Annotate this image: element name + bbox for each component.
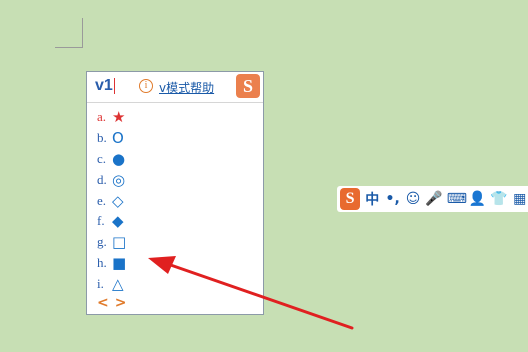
red-annotation-arrow xyxy=(148,256,354,330)
